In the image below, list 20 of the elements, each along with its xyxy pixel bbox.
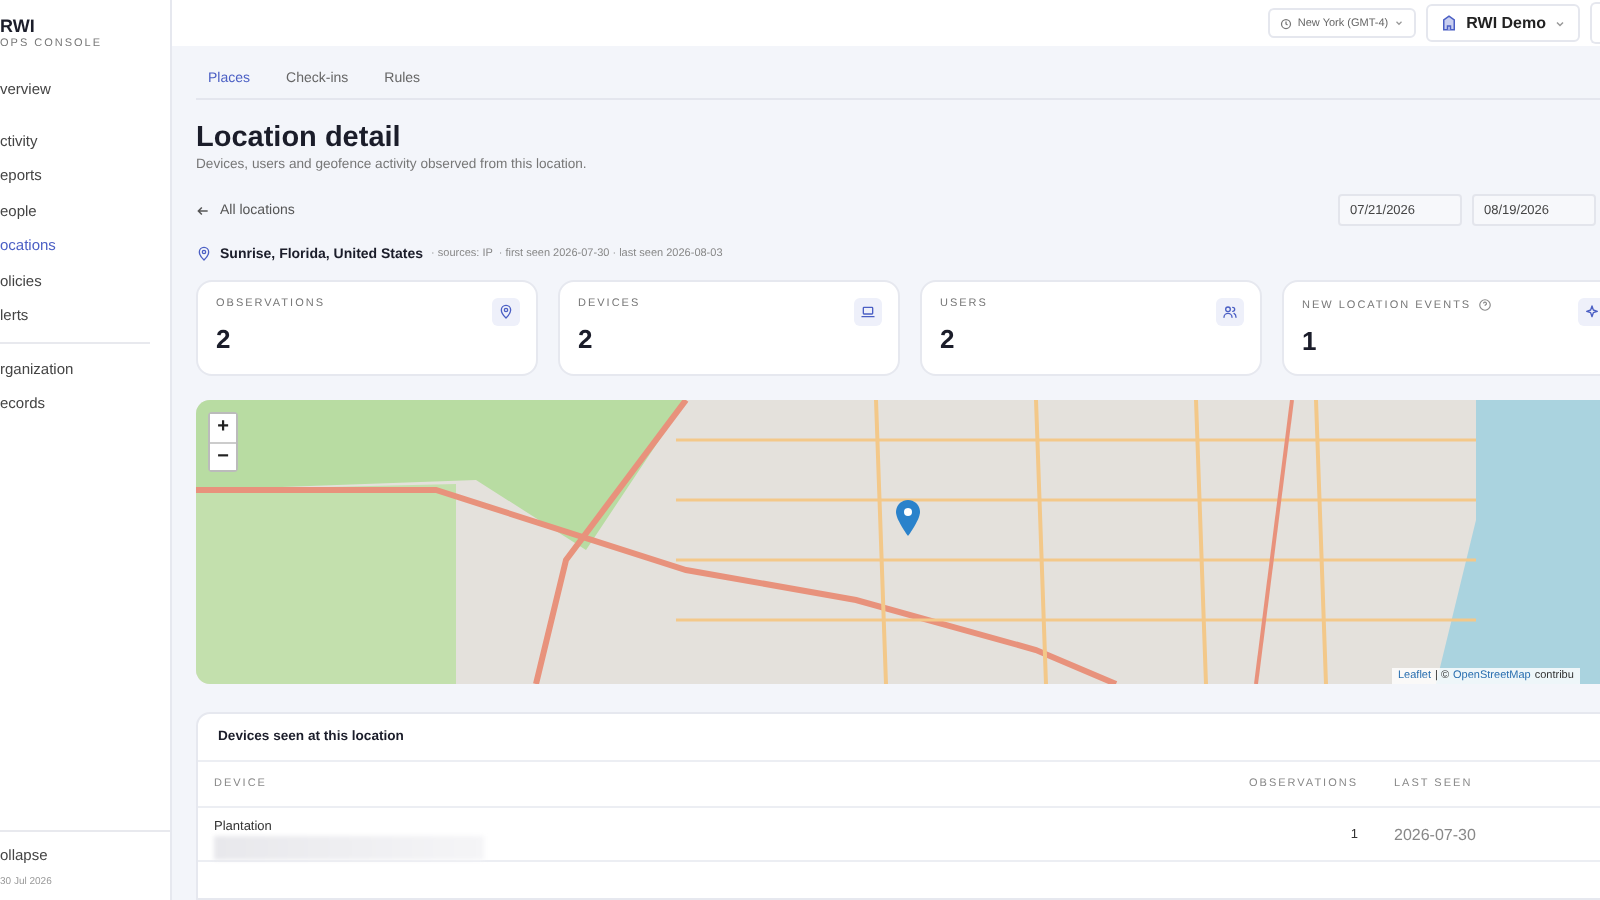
brand-name: RWI (0, 16, 37, 36)
chevron-down-icon (1554, 17, 1566, 29)
map-pin-icon (498, 304, 514, 320)
organization-select[interactable]: RWI Demo (1426, 4, 1580, 42)
arrow-left-icon (196, 203, 210, 217)
clock-icon (1279, 17, 1292, 29)
table-cell-text: 2026-07-30 (1392, 825, 1478, 843)
stat-value: 2 (578, 324, 595, 354)
stat-value: 2 (940, 324, 957, 354)
stat-value: 1 (1302, 326, 1319, 356)
stat-value: 2 (216, 324, 233, 354)
laptop-icon (860, 304, 876, 320)
page-title: Location detail (196, 120, 403, 156)
sparkle-icon (1584, 304, 1600, 320)
map-marker-icon (896, 500, 920, 536)
zoom-out-button[interactable]: − (210, 442, 236, 470)
map-pin-icon (196, 246, 212, 262)
chevron-down-icon (1394, 18, 1405, 28)
users-icon (1222, 304, 1238, 320)
building-icon (1440, 14, 1459, 32)
